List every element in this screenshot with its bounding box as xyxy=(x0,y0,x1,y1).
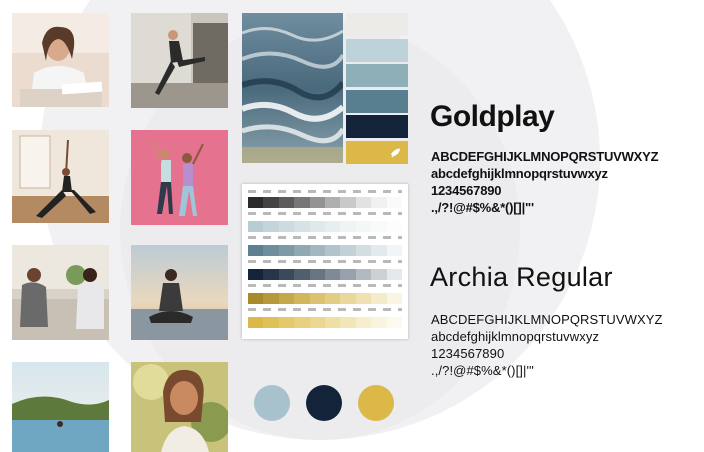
tint-chip xyxy=(263,221,279,232)
swatch-gold xyxy=(346,141,408,164)
goldplay-lowercase: abcdefghijklmnopqrstuvwxyz xyxy=(431,166,608,181)
goldplay-uppercase: ABCDEFGHIJKLMNOPQRSTUVWXYZ xyxy=(431,149,659,164)
tint-chip xyxy=(278,293,295,304)
photo-infinity-pool-landscape xyxy=(12,362,109,452)
tint-chip xyxy=(340,245,356,256)
tint-chip xyxy=(263,293,279,304)
tint-chip xyxy=(248,269,264,280)
goldplay-digits: 1234567890 xyxy=(431,183,502,198)
tint-chip xyxy=(325,317,341,328)
archia-digits: 1234567890 xyxy=(431,346,505,361)
tint-chip xyxy=(325,269,341,280)
tint-chip xyxy=(340,197,356,208)
tint-chip xyxy=(355,269,372,280)
leaf-logo-icon xyxy=(390,148,401,158)
tint-chip xyxy=(278,197,295,208)
tint-chip xyxy=(248,197,264,208)
tint-chip xyxy=(278,269,295,280)
tint-row xyxy=(248,245,403,256)
tint-chip xyxy=(263,197,279,208)
swatch-off-white xyxy=(346,13,408,36)
tint-chip xyxy=(355,293,372,304)
tint-chip xyxy=(340,293,356,304)
goldplay-symbols: .,/?!@#$%&*()[]|"' xyxy=(431,200,534,215)
tint-row xyxy=(248,317,403,328)
color-circle-light-blue xyxy=(254,385,290,421)
archia-specimen: ABCDEFGHIJKLMNOPQRSTUVWXYZ abcdefghijklm… xyxy=(431,312,663,380)
tint-chip xyxy=(263,245,279,256)
tint-chip xyxy=(325,221,341,232)
swatch-slate-teal xyxy=(346,90,408,113)
tint-chip xyxy=(248,245,264,256)
archia-symbols: .,/?!@#$%&*()[]|'" xyxy=(431,363,534,378)
tint-row xyxy=(248,197,403,208)
photo-woman-stretching-balcony xyxy=(131,13,228,108)
tint-chip xyxy=(386,269,403,280)
swatch-navy xyxy=(346,115,408,138)
tint-chip xyxy=(340,269,356,280)
tint-chip xyxy=(386,245,403,256)
tint-chip xyxy=(371,245,387,256)
tint-row xyxy=(248,269,403,280)
archia-uppercase: ABCDEFGHIJKLMNOPQRSTUVWXYZ xyxy=(431,312,663,327)
font-name-archia: Archia Regular xyxy=(430,262,613,292)
photo-ocean-waves xyxy=(242,13,343,163)
tint-chip xyxy=(294,269,310,280)
tint-chip xyxy=(371,221,387,232)
font-name-goldplay: Goldplay xyxy=(430,100,555,133)
tint-chip xyxy=(325,245,341,256)
tint-chip xyxy=(340,317,356,328)
tint-chip xyxy=(386,221,403,232)
photo-woman-smiling-nature xyxy=(131,362,228,452)
tint-chip xyxy=(355,221,372,232)
photo-women-dancing-pink xyxy=(131,130,228,225)
tint-chip xyxy=(386,317,403,328)
swatch-pale-blue xyxy=(346,39,408,62)
color-circle-navy xyxy=(306,385,342,421)
tint-chip xyxy=(294,197,310,208)
photo-woman-yoga-pose xyxy=(12,130,109,223)
photo-friends-talking-couch xyxy=(12,245,109,340)
tint-chip xyxy=(294,293,310,304)
tint-row xyxy=(248,293,403,304)
tint-chip xyxy=(386,293,403,304)
tint-chip xyxy=(355,197,372,208)
tint-chip xyxy=(263,269,279,280)
archia-lowercase: abcdefghijklmnopqrstuvwxyz xyxy=(431,329,600,344)
tint-chip xyxy=(325,293,341,304)
tint-row xyxy=(248,221,403,232)
palette-tint-sheet xyxy=(242,184,408,339)
goldplay-specimen: ABCDEFGHIJKLMNOPQRSTUVWXYZ abcdefghijklm… xyxy=(431,149,659,217)
tint-chip xyxy=(371,269,387,280)
tint-chip xyxy=(309,317,326,328)
tint-chip xyxy=(294,221,310,232)
swatch-light-teal xyxy=(346,64,408,87)
tint-chip xyxy=(248,293,264,304)
tint-chip xyxy=(294,317,310,328)
tint-chip xyxy=(371,293,387,304)
tint-chip xyxy=(325,197,341,208)
tint-chip xyxy=(294,245,310,256)
tint-chip xyxy=(309,221,326,232)
tint-chip xyxy=(371,317,387,328)
tint-chip xyxy=(309,293,326,304)
tint-chip xyxy=(248,221,264,232)
tint-chip xyxy=(371,197,387,208)
tint-chip xyxy=(263,317,279,328)
photo-woman-writing xyxy=(12,13,109,107)
tint-chip xyxy=(248,317,264,328)
tint-chip xyxy=(278,221,295,232)
tint-chip xyxy=(309,269,326,280)
tint-chip xyxy=(340,221,356,232)
tint-chip xyxy=(355,317,372,328)
tint-chip xyxy=(278,317,295,328)
tint-chip xyxy=(355,245,372,256)
tint-chip xyxy=(309,197,326,208)
color-circle-gold xyxy=(358,385,394,421)
photo-woman-meditating-sunset xyxy=(131,245,228,340)
tint-chip xyxy=(386,197,403,208)
tint-chip xyxy=(309,245,326,256)
tint-chip xyxy=(278,245,295,256)
